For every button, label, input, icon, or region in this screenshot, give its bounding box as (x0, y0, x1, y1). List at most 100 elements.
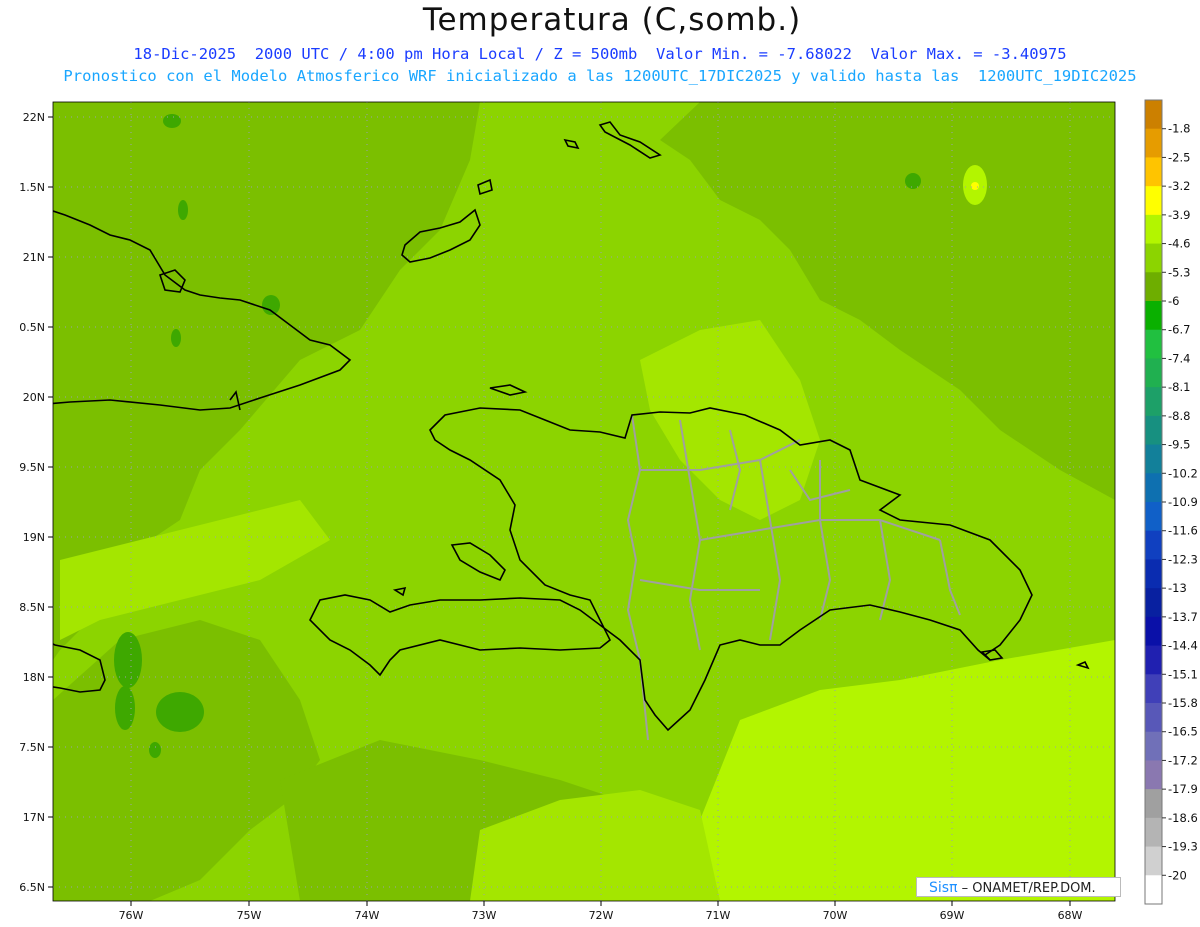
lat-tick: 19N (23, 531, 53, 544)
lat-tick-label: 8.5N (19, 601, 45, 614)
colorbar-swatch (1145, 588, 1162, 618)
colorbar-label: -6 (1168, 294, 1179, 308)
latitude-axis: 22N 1.5N 21N 0.5N 20N 9.5N 19N 8.5N 18N … (19, 111, 53, 894)
colorbar-label: -3.2 (1168, 179, 1190, 193)
lon-tick-label: 69W (940, 909, 965, 922)
lon-tick-label: 70W (823, 909, 848, 922)
colorbar-swatch (1145, 100, 1162, 130)
colorbar-label: -8.8 (1168, 409, 1190, 423)
dark-patch-4 (149, 742, 161, 758)
lon-tick-label: 71W (706, 909, 731, 922)
lat-tick-label: 6.5N (19, 881, 45, 894)
lon-tick: 68W (1058, 901, 1083, 922)
dark-patch-8 (905, 173, 921, 189)
max-spot-yellow (971, 182, 979, 190)
colorbar-swatch (1145, 444, 1162, 474)
sispi-logo: Sisπ (929, 880, 958, 896)
lon-tick: 75W (237, 901, 262, 922)
colorbar-swatch (1145, 329, 1162, 359)
colorbar-label: -19.3 (1168, 840, 1198, 854)
colorbar-label: -8.1 (1168, 380, 1190, 394)
colorbar-swatch (1145, 157, 1162, 187)
dark-patch-7 (171, 329, 181, 347)
dark-patch-6 (262, 295, 280, 315)
lat-tick-label: 21N (23, 251, 45, 264)
colorbar-label: -15.8 (1168, 696, 1198, 710)
colorbar-swatch (1145, 415, 1162, 446)
colorbar-swatch (1145, 214, 1162, 245)
lat-tick: 9.5N (19, 461, 53, 474)
longitude-axis: 76W 75W 74W 73W 72W 71W 70W 69W 68W (119, 901, 1083, 922)
forecast-map: 22N 1.5N 21N 0.5N 20N 9.5N 19N 8.5N 18N … (19, 99, 1198, 922)
colorbar-label: -4.6 (1168, 237, 1190, 251)
colorbar-swatch (1145, 645, 1162, 675)
colorbar-label: -3.9 (1168, 208, 1190, 222)
lon-tick-label: 74W (355, 909, 380, 922)
colorbar-swatch (1145, 128, 1162, 158)
colorbar-label: -12.3 (1168, 552, 1198, 566)
colorbar-swatch (1145, 301, 1162, 331)
watermark-text: – ONAMET/REP.DOM. (961, 881, 1096, 896)
colorbar-label: -9.5 (1168, 438, 1190, 452)
colorbar-swatch (1145, 846, 1162, 876)
lon-tick: 72W (589, 901, 614, 922)
lon-tick-label: 75W (237, 909, 262, 922)
colorbar-swatch (1145, 502, 1162, 532)
lat-tick: 7.5N (19, 741, 53, 754)
lat-tick: 21N (23, 251, 53, 264)
colorbar-label: -6.7 (1168, 323, 1190, 337)
dark-patch-2 (156, 692, 204, 732)
colorbar-swatch (1145, 817, 1162, 848)
colorbar-swatch (1145, 875, 1162, 905)
lat-tick: 17N (23, 811, 53, 824)
agency-watermark: Sisπ – ONAMET/REP.DOM. (916, 877, 1121, 897)
colorbar-label: -18.6 (1168, 811, 1198, 825)
lon-tick: 73W (472, 901, 497, 922)
lon-tick-label: 73W (472, 909, 497, 922)
colorbar-label: -1.8 (1168, 122, 1190, 136)
lat-tick-label: 17N (23, 811, 45, 824)
colorbar-label: -7.4 (1168, 351, 1190, 365)
colorbar-swatch (1145, 760, 1162, 790)
colorbar-swatch (1145, 272, 1162, 302)
colorbar-swatch (1145, 674, 1162, 704)
colorbar-swatch (1145, 186, 1162, 216)
dark-patch-1 (114, 632, 142, 688)
colorbar-swatch (1145, 243, 1162, 273)
dark-patch-5 (163, 114, 181, 128)
colorbar-swatch (1145, 530, 1162, 560)
colorbar-swatch (1145, 731, 1162, 761)
colorbar-label: -13 (1168, 581, 1187, 595)
colorbar-label: -10.9 (1168, 495, 1198, 509)
lat-tick-label: 20N (23, 391, 45, 404)
colorbar-label: -2.5 (1168, 150, 1190, 164)
colorbar-label: -17.9 (1168, 782, 1198, 796)
lat-tick: 20N (23, 391, 53, 404)
lon-tick: 70W (823, 901, 848, 922)
dark-patch-3 (115, 686, 135, 730)
colorbar-swatch (1145, 559, 1162, 589)
lat-tick: 8.5N (19, 601, 53, 614)
lat-tick: 0.5N (19, 321, 53, 334)
lat-tick-label: 9.5N (19, 461, 45, 474)
lat-tick-label: 19N (23, 531, 45, 544)
lon-tick: 71W (706, 901, 731, 922)
lon-tick-label: 72W (589, 909, 614, 922)
lat-tick: 22N (23, 111, 53, 124)
lon-tick: 69W (940, 901, 965, 922)
colorbar-label: -10.2 (1168, 466, 1198, 480)
lat-tick-label: 22N (23, 111, 45, 124)
lon-tick-label: 68W (1058, 909, 1083, 922)
colorbar-swatch (1145, 789, 1162, 819)
lon-tick: 76W (119, 901, 144, 922)
lat-tick-label: 0.5N (19, 321, 45, 334)
colorbar: -1.8 -2.5 -3.2 -3.9 -4.6 -5.3 -6 -6.7 -7.4 -8.1 -8… (1144, 99, 1198, 905)
colorbar-label: -13.7 (1168, 610, 1198, 624)
lat-tick-label: 1.5N (19, 181, 45, 194)
colorbar-label: -20 (1168, 868, 1187, 882)
colorbar-swatch (1145, 387, 1162, 417)
lat-tick-label: 7.5N (19, 741, 45, 754)
lat-tick: 18N (23, 671, 53, 684)
dark-patch-9 (178, 200, 188, 220)
lon-tick: 74W (355, 901, 380, 922)
